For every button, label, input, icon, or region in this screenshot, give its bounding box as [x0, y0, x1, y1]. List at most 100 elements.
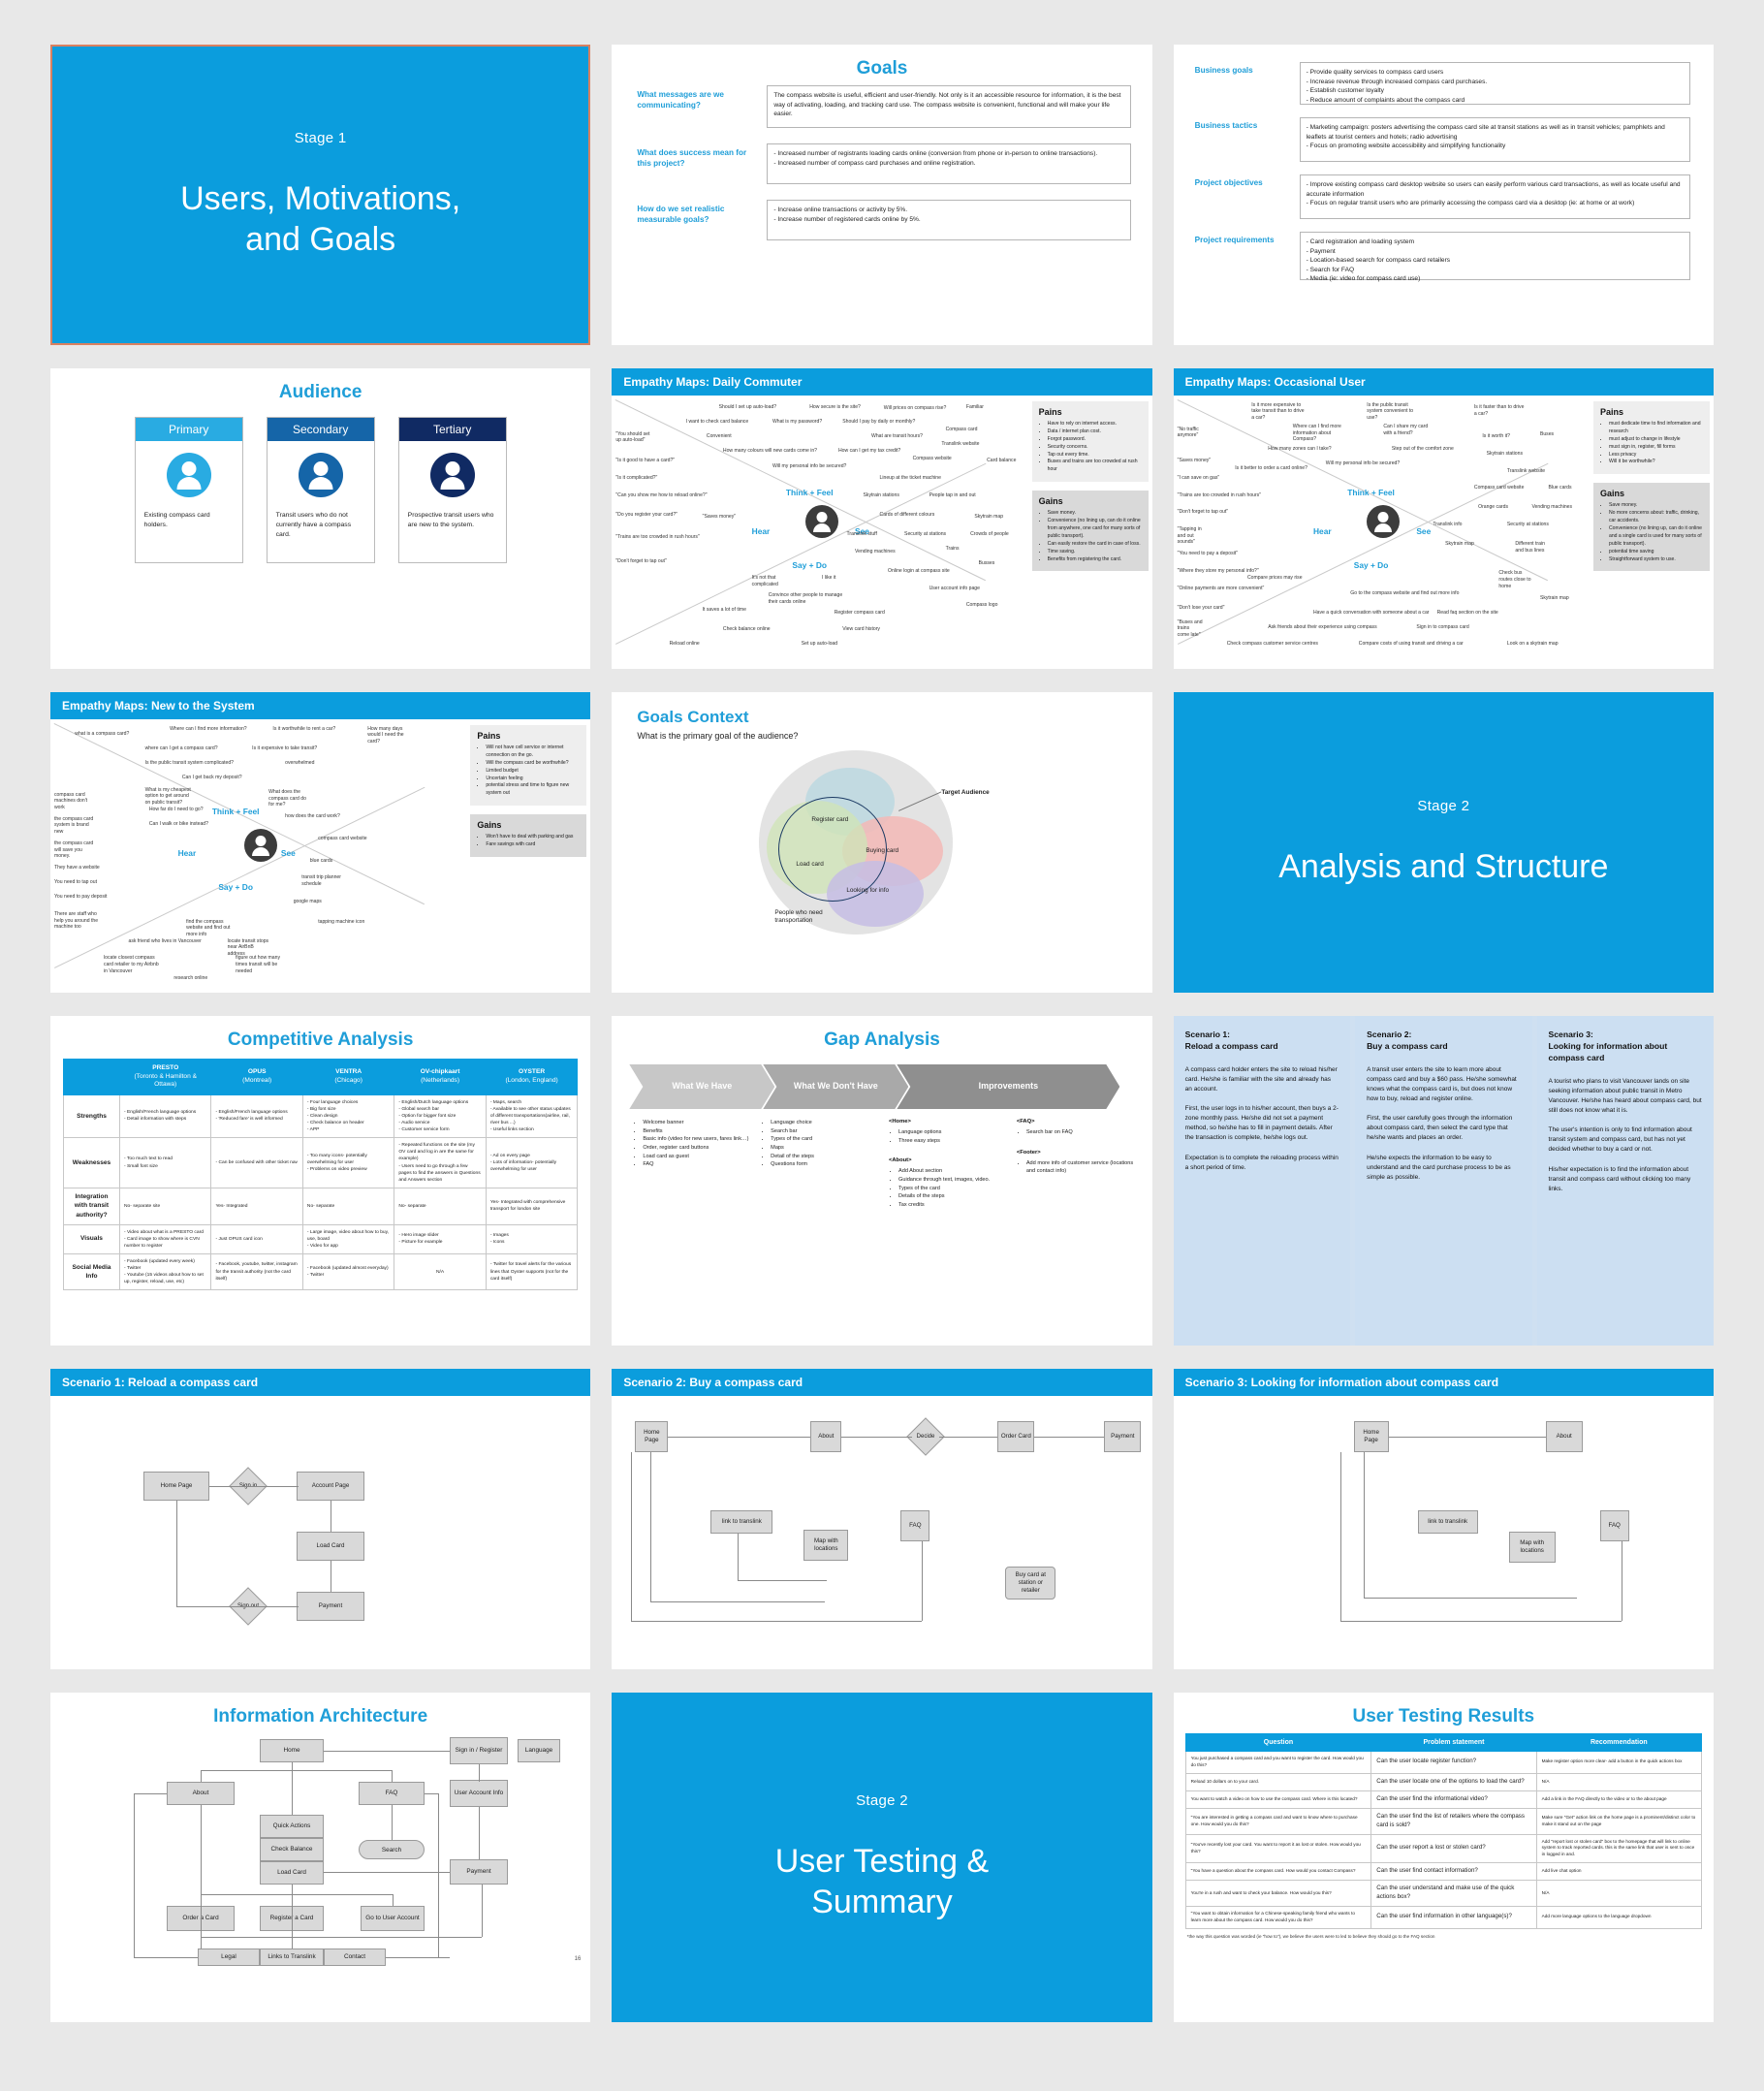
have-item: Welcome banner	[643, 1119, 755, 1127]
empathy-note: People tap in and out	[929, 491, 976, 498]
empathy-note: Sign in to compass card	[1416, 623, 1469, 630]
goals-question-label: What does success mean for this project?	[637, 148, 747, 169]
ia-node-links-to-translink[interactable]: Links to Translink	[260, 1948, 324, 1966]
flow-node-about[interactable]: About	[810, 1421, 842, 1452]
flow-node-faq[interactable]: FAQ	[900, 1510, 930, 1541]
slide-audience[interactable]: Audience Primary Existing compass card h…	[50, 368, 591, 669]
cell-problem: Can the user find the informational vide…	[1370, 1790, 1537, 1809]
ia-node-check-balance[interactable]: Check Balance	[260, 1838, 324, 1861]
cell-recommendation: Make register option more clear- add a b…	[1535, 1751, 1702, 1774]
ia-node-about[interactable]: About	[167, 1782, 235, 1805]
improvement-section-footer: <Footer>	[1016, 1149, 1041, 1156]
improvement-item: Details of the steps	[898, 1192, 1011, 1201]
audience-card-secondary[interactable]: Secondary Transit users who do not curre…	[266, 417, 375, 563]
ia-node-contact[interactable]: Contact	[324, 1948, 386, 1966]
empathy-note: Is it better to order a card online?	[1235, 465, 1307, 472]
pains-panel: Pains must dedicate time to find informa…	[1592, 401, 1710, 475]
slide-flow-scenario-2[interactable]: Scenario 2: Buy a compass card Home Page…	[612, 1369, 1152, 1669]
slide-empathy-daily-commuter[interactable]: Empathy Maps: Daily Commuter Think + Fee…	[612, 368, 1152, 669]
slide-gap-analysis[interactable]: Gap Analysis What We Have What We Don't …	[612, 1016, 1152, 1346]
improvement-section-about: <About>	[888, 1157, 912, 1164]
ia-node-user-account-info[interactable]: User Account Info	[450, 1780, 508, 1807]
slide-header: Scenario 3: Looking for information abou…	[1173, 1369, 1714, 1396]
empathy-note: Will my personal info be secured?	[1325, 460, 1401, 466]
improvement-list-faq: Search bar on FAQ	[1017, 1128, 1139, 1137]
flow-connector	[922, 1541, 924, 1621]
flow-node-payment[interactable]: Payment	[297, 1592, 364, 1621]
page-title: Audience	[278, 382, 362, 402]
ia-node-legal[interactable]: Legal	[198, 1948, 260, 1966]
pains-item: Less privacy	[1609, 452, 1703, 459]
slide-stage1-title[interactable]: Stage 1 Users, Motivations, and Goals	[50, 45, 591, 345]
scenario-title: Scenario 2: Buy a compass card	[1367, 1030, 1448, 1052]
empathy-note: Check bus routes close to home	[1498, 570, 1531, 589]
quadrant-label-hear: Hear	[177, 847, 197, 858]
ia-node-sign-in-register[interactable]: Sign in / Register	[450, 1737, 508, 1764]
flow-node-account-page[interactable]: Account Page	[297, 1472, 364, 1501]
empathy-note: Look on a skytrain map	[1506, 641, 1559, 648]
flow-node-load-card[interactable]: Load Card	[297, 1532, 364, 1561]
slide-flow-scenario-1[interactable]: Scenario 1: Reload a compass card Home P…	[50, 1369, 591, 1669]
ia-node-quick-actions[interactable]: Quick Actions	[260, 1815, 324, 1838]
table-row: You're in a rush and want to check your …	[1184, 1879, 1702, 1907]
empathy-note: Set up auto-load	[801, 641, 838, 648]
slide-stage2-user-testing-title[interactable]: Stage 2 User Testing & Summary	[612, 1693, 1152, 2022]
flow-node-faq[interactable]: FAQ	[1599, 1510, 1629, 1541]
slide-business-goals[interactable]: Business goals - Provide quality service…	[1173, 45, 1714, 345]
gains-item: Fare savings with card	[486, 841, 580, 849]
cell-question: You just purchased a compass card and yo…	[1184, 1751, 1372, 1774]
flow-node-link-to-translink[interactable]: link to translink	[710, 1510, 773, 1534]
slide-user-testing-results[interactable]: User Testing Results Question Problem st…	[1173, 1693, 1714, 2022]
slide-flow-scenario-3[interactable]: Scenario 3: Looking for information abou…	[1173, 1369, 1714, 1669]
cell: - English/Dutch language options - Globa…	[394, 1093, 487, 1139]
have-item: Benefits	[643, 1127, 755, 1136]
ia-node-go-to-user-account[interactable]: Go to User Account	[361, 1906, 425, 1931]
slide-information-architecture[interactable]: Information Architecture Home Sign in / …	[50, 1693, 591, 2022]
pains-item: potential stress and time to figure new …	[486, 782, 580, 798]
quadrant-label-say-do: Say + Do	[792, 560, 828, 571]
flow-node-home-page[interactable]: Home Page	[143, 1472, 209, 1501]
slide-scenarios[interactable]: Scenario 1: Reload a compass card A comp…	[1173, 1016, 1714, 1346]
table-row: Strengths - English/French language opti…	[63, 1093, 579, 1139]
ia-node-payment[interactable]: Payment	[450, 1859, 508, 1885]
empathy-note: google maps	[293, 899, 322, 905]
cell: Yes- Integrated with comprehensive trans…	[485, 1187, 579, 1225]
slide-stage2-analysis-title[interactable]: Stage 2 Analysis and Structure	[1173, 692, 1714, 993]
improvement-list-footer: Add more info of customer service (locat…	[1017, 1159, 1139, 1176]
venn-label-population: People who need transportation	[774, 908, 823, 925]
business-row-box: - Marketing campaign: posters advertisin…	[1299, 117, 1690, 162]
business-row: Project requirements - Card registration…	[1195, 232, 1690, 282]
flow-node-map-with-locations[interactable]: Map with locations	[803, 1530, 849, 1561]
goals-answer-box: - Increased number of registrants loadin…	[767, 143, 1131, 184]
ia-node-faq[interactable]: FAQ	[359, 1782, 425, 1805]
ia-diagram: Home Sign in / Register Language About F…	[50, 1727, 590, 1970]
flow-node-link-to-translink[interactable]: link to translink	[1417, 1510, 1478, 1534]
ia-node-language[interactable]: Language	[518, 1739, 560, 1762]
slide-competitive-analysis[interactable]: Competitive Analysis PRESTO (Toronto & H…	[50, 1016, 591, 1346]
empathy-note: Skytrain stations	[1486, 450, 1524, 457]
audience-card-tertiary[interactable]: Tertiary Prospective transit users who a…	[397, 417, 507, 563]
ia-node-search[interactable]: Search	[359, 1840, 425, 1859]
stage-label: Stage 2	[856, 1792, 908, 1810]
business-row: Project objectives - Improve existing co…	[1195, 174, 1690, 219]
flow-node-map-with-locations[interactable]: Map with locations	[1508, 1532, 1556, 1563]
flow-node-home-page[interactable]: Home Page	[635, 1421, 669, 1452]
flow-node-home-page[interactable]: Home Page	[1353, 1421, 1389, 1452]
ia-node-load-card[interactable]: Load Card	[260, 1861, 324, 1885]
flow-node-order-card[interactable]: Order Card	[997, 1421, 1035, 1452]
ia-node-home[interactable]: Home	[260, 1739, 324, 1762]
flow-node-buy-card-at-station[interactable]: Buy card at station or retailer	[1005, 1567, 1056, 1600]
scenario-paragraph: He/she expects the information to be eas…	[1367, 1154, 1511, 1181]
slide-empathy-occasional-user[interactable]: Empathy Maps: Occasional User Think + Fe…	[1173, 368, 1714, 669]
slide-goals-context[interactable]: Goals Context What is the primary goal o…	[612, 692, 1152, 993]
slide-empathy-new-to-system[interactable]: Empathy Maps: New to the System Think + …	[50, 692, 591, 993]
audience-card-primary[interactable]: Primary Existing compass card holders.	[134, 417, 243, 563]
audience-card-header: Tertiary	[398, 418, 506, 441]
audience-card-desc: Transit users who do not currently have …	[275, 512, 352, 539]
flow-node-about[interactable]: About	[1545, 1421, 1583, 1452]
person-icon	[298, 453, 343, 497]
flow-node-payment[interactable]: Payment	[1104, 1421, 1142, 1452]
slide-goals[interactable]: Goals What messages are we communicating…	[612, 45, 1152, 345]
empathy-note: figure out how many times transit will b…	[236, 955, 281, 974]
empathy-note: Can I get back my deposit?	[181, 774, 242, 780]
